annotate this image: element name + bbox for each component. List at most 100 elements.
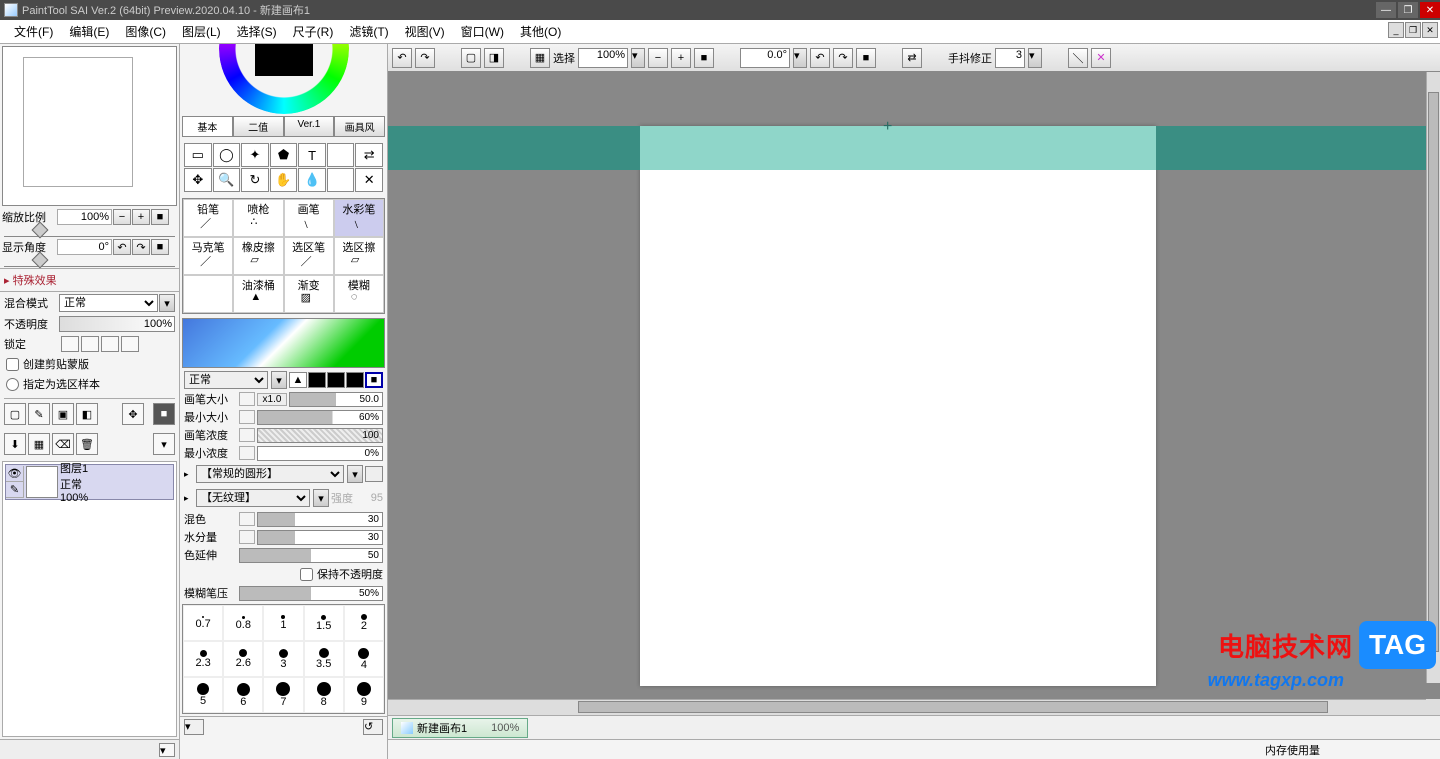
tool-tab-binary[interactable]: 二值 (233, 116, 284, 137)
brush-marker[interactable]: 马克笔／ (183, 237, 233, 275)
brush-shape-select[interactable]: 【常规的圆形】 (196, 465, 344, 483)
brush-bucket[interactable]: 油漆桶▲ (233, 275, 283, 313)
eyedropper-tool[interactable]: 💧 (298, 168, 326, 192)
rect-select-tool[interactable]: ▭ (184, 143, 212, 167)
brush-tip-4[interactable]: ■ (346, 372, 364, 388)
brush-blend-dropdown[interactable]: ▾ (271, 371, 287, 389)
color-wheel[interactable] (180, 44, 387, 114)
brush-tip-3[interactable]: ▲ (327, 372, 345, 388)
size-preset[interactable]: 2.6 (223, 641, 263, 677)
swap-colors-button[interactable]: ⇄ (355, 143, 383, 167)
brush-tip-1[interactable]: ▲ (289, 372, 307, 388)
layer-panel-menu-button[interactable]: ▾ (159, 743, 175, 757)
size-preset[interactable]: 3.5 (304, 641, 344, 677)
blending-slider[interactable]: 30 (257, 512, 383, 527)
size-multiplier[interactable]: x1.0 (257, 393, 287, 406)
rotate-ccw-button[interactable]: ↶ (113, 239, 131, 255)
angle-slider[interactable] (4, 257, 175, 267)
density-slider[interactable]: 100 (257, 428, 383, 443)
menu-ruler[interactable]: 尺子(R) (285, 21, 342, 42)
layer-edit-toggle[interactable]: ✎ (6, 482, 23, 498)
size-preset[interactable]: 7 (263, 677, 303, 713)
layer-color-button[interactable]: ■ (153, 403, 175, 425)
clear-layer-button[interactable]: ⌫ (52, 433, 74, 455)
horizontal-scrollbar[interactable] (388, 699, 1426, 715)
lock-move-button[interactable] (101, 336, 119, 352)
zoom-value[interactable]: 100% (57, 209, 112, 225)
blend-mode-select[interactable]: 正常 (59, 294, 158, 312)
min-size-slider[interactable]: 60% (257, 410, 383, 425)
brush-pencil[interactable]: 铅笔／ (183, 199, 233, 237)
size-preset[interactable]: 2 (344, 605, 384, 641)
size-preset[interactable]: 6 (223, 677, 263, 713)
fg-color-swatch[interactable] (327, 143, 355, 167)
brush-blend-select[interactable]: 正常 (184, 371, 268, 389)
brush-select-pen[interactable]: 选区笔／ (284, 237, 334, 275)
symmetry-tool-icon[interactable]: ✕ (1091, 48, 1111, 68)
brush-tip-5[interactable]: ■ (365, 372, 383, 388)
doc-close-button[interactable]: ✕ (1422, 22, 1438, 38)
toolbar-angle-input[interactable]: 0.0° (740, 48, 790, 68)
lock-all-button[interactable] (121, 336, 139, 352)
zoom-spinner[interactable]: ▾ (631, 48, 645, 68)
minimize-button[interactable]: — (1376, 2, 1396, 18)
viewport[interactable]: + 电脑技术网 TAG www.tagxp.com (388, 72, 1440, 699)
layer-options-button[interactable]: ▾ (153, 433, 175, 455)
size-preset[interactable]: 4 (344, 641, 384, 677)
menu-edit[interactable]: 编辑(E) (61, 21, 117, 42)
selection-source-radio[interactable] (6, 378, 19, 391)
toolbar-zoom-in[interactable]: + (671, 48, 691, 68)
shape-expand-icon[interactable]: ▸ (184, 469, 194, 480)
transparent-swatch[interactable]: ✕ (355, 168, 383, 192)
size-preset[interactable]: 0.7 (183, 605, 223, 641)
tool-panel-menu-button[interactable]: ▾ (184, 719, 204, 735)
angle-spinner[interactable]: ▾ (793, 48, 807, 68)
new-folder-button[interactable]: ▣ (52, 403, 74, 425)
clipping-mask-checkbox[interactable] (6, 358, 19, 371)
texture-dropdown[interactable]: ▾ (313, 489, 329, 507)
brush-empty[interactable] (183, 275, 233, 313)
lasso-tool[interactable]: ◯ (213, 143, 241, 167)
min-density-slider[interactable]: 0% (257, 446, 383, 461)
size-preset[interactable]: 8 (304, 677, 344, 713)
stabilizer-spinner[interactable]: ▾ (1028, 48, 1042, 68)
hand-tool[interactable]: ✋ (270, 168, 298, 192)
size-preset[interactable]: 5 (183, 677, 223, 713)
size-preset[interactable]: 2.3 (183, 641, 223, 677)
flatten-button[interactable]: ▦ (28, 433, 50, 455)
zoom-in-button[interactable]: + (132, 209, 150, 225)
vertical-scrollbar[interactable] (1426, 72, 1440, 683)
transform-layer-button[interactable]: ✥ (122, 403, 144, 425)
canvas[interactable] (640, 126, 1156, 686)
size-preset[interactable]: 3 (263, 641, 303, 677)
doc-minimize-button[interactable]: _ (1388, 22, 1404, 38)
invert-selection-button[interactable]: ◨ (484, 48, 504, 68)
zoom-tool[interactable]: 🔍 (213, 168, 241, 192)
rotate-view-tool[interactable]: ↻ (241, 168, 269, 192)
redo-button[interactable]: ↷ (415, 48, 435, 68)
size-preset[interactable]: 1 (263, 605, 303, 641)
document-tab[interactable]: 新建画布1 100% (392, 718, 528, 738)
zoom-slider[interactable] (4, 227, 175, 237)
menu-other[interactable]: 其他(O) (512, 21, 569, 42)
rotate-reset-button[interactable]: ■ (151, 239, 169, 255)
toolbar-rotate-reset[interactable]: ■ (856, 48, 876, 68)
brush-eraser[interactable]: 橡皮擦▱ (233, 237, 283, 275)
maximize-button[interactable]: ❐ (1398, 2, 1418, 18)
size-preset[interactable]: 9 (344, 677, 384, 713)
new-layer-button[interactable]: ▢ (4, 403, 26, 425)
toolbar-zoom-out[interactable]: − (648, 48, 668, 68)
effects-header[interactable]: 特殊效果 (0, 268, 179, 292)
flip-horizontal-button[interactable]: ⇄ (902, 48, 922, 68)
text-tool[interactable]: T (298, 143, 326, 167)
layer-opacity-slider[interactable]: 100% (59, 316, 175, 332)
undo-button[interactable]: ↶ (392, 48, 412, 68)
brush-select-eraser[interactable]: 选区擦▱ (334, 237, 384, 275)
layer-item[interactable]: 👁 ✎ 图层1 正常 100% (5, 464, 174, 500)
menu-window[interactable]: 窗口(W) (453, 21, 512, 42)
tool-tab-basic[interactable]: 基本 (182, 116, 233, 137)
toolbar-rotate-cw[interactable]: ↷ (833, 48, 853, 68)
brush-watercolor[interactable]: 水彩笔﹨ (334, 199, 384, 237)
navigator-preview[interactable] (2, 46, 177, 206)
rotate-cw-button[interactable]: ↷ (132, 239, 150, 255)
